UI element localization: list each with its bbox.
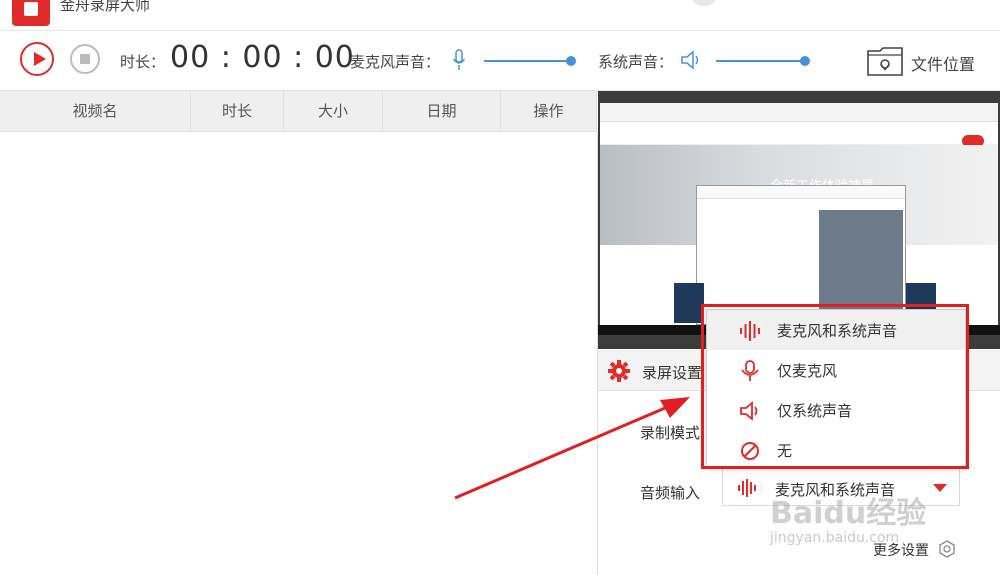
column-header-date[interactable]: 日期 [383,91,501,131]
system-volume-label: 系统声音： [598,53,674,71]
gear-icon [608,360,630,382]
chevron-down-icon[interactable] [933,484,947,492]
audio-wave-icon [738,479,756,497]
preview-browser-nav [600,122,998,145]
window-control-icon[interactable] [692,0,716,6]
start-record-button[interactable] [20,42,54,76]
settings-hex-icon[interactable] [938,540,956,558]
settings-title: 录屏设置 [642,364,703,382]
preview-nested-pane [819,210,903,310]
column-header-size[interactable]: 大小 [284,91,383,131]
mic-volume-slider[interactable] [484,56,576,66]
preview-browser-tabbar [600,103,998,122]
folder-location-icon[interactable] [866,43,904,77]
watermark: Baidu经验 [770,496,927,531]
title-bar: 金舟录屏大师 [0,0,1000,31]
preview-nested-titlebar [697,186,905,199]
preview-browser-window: 全新工作体验神器 [600,103,998,325]
system-volume-slider-handle[interactable] [800,56,810,66]
video-list-header: 视频名 时长 大小 日期 操作 [0,91,597,132]
microphone-icon[interactable] [452,49,466,71]
preview-thumbnail [674,283,704,323]
column-header-actions[interactable]: 操作 [501,91,597,131]
record-mode-label: 录制模式 [640,424,701,442]
duration-value: 00 : 00 : 00 [170,40,355,75]
stop-record-button[interactable] [70,44,100,74]
app-title: 金舟录屏大师 [60,0,151,14]
audio-input-label: 音频输入 [640,484,701,502]
mic-volume-label: 麦克风声音： [350,53,441,71]
app-logo-icon [12,0,50,26]
watermark-url: jingyan.baidu.com [770,530,900,546]
recording-toolbar: 时长： 00 : 00 : 00 麦克风声音： 系统声音： 文件位置 [0,31,1000,91]
mic-volume-slider-handle[interactable] [566,56,576,66]
column-header-name[interactable]: 视频名 [0,91,191,131]
speaker-icon[interactable] [680,49,702,71]
file-location-button[interactable]: 文件位置 [911,51,975,75]
system-volume-slider[interactable] [716,56,810,66]
column-header-duration[interactable]: 时长 [191,91,284,131]
duration-label: 时长： [120,53,166,71]
video-list [0,132,598,575]
annotation-highlight-box [701,304,969,469]
